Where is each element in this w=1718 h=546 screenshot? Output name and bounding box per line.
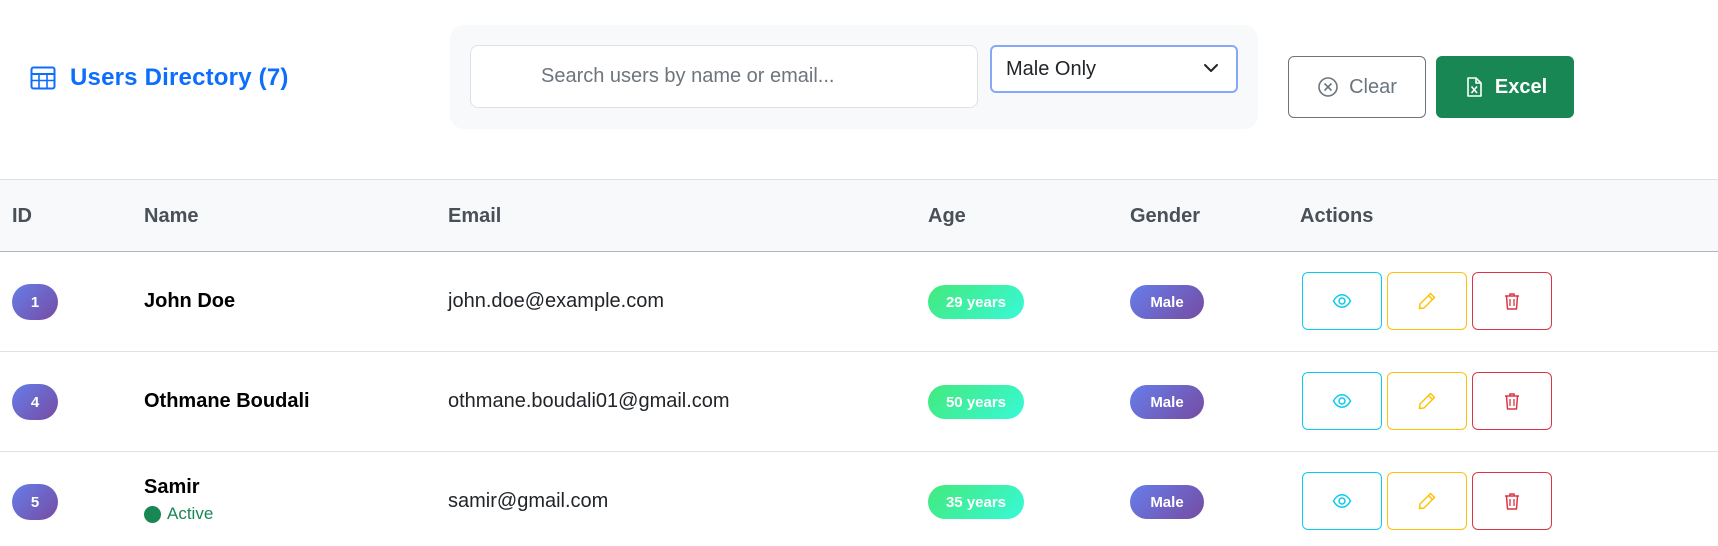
gender-badge: Male <box>1130 485 1204 519</box>
table-icon <box>30 66 56 90</box>
view-button[interactable] <box>1302 472 1382 530</box>
clear-button[interactable]: Clear <box>1288 56 1426 118</box>
chevron-down-icon <box>1204 64 1218 72</box>
column-header-actions: Actions <box>1300 205 1374 227</box>
status-indicator: Active <box>144 504 213 524</box>
delete-button[interactable] <box>1472 272 1552 330</box>
eye-icon <box>1332 494 1352 508</box>
gender-badge: Male <box>1130 285 1204 319</box>
age-badge: 29 years <box>928 285 1024 319</box>
excel-button-label: Excel <box>1494 75 1548 98</box>
eye-icon <box>1332 394 1352 408</box>
pencil-icon <box>1418 392 1436 410</box>
column-header-id[interactable]: ID <box>12 205 32 228</box>
table-row: 5 Samir Active samir@gmail.com 35 years … <box>0 452 1718 546</box>
trash-icon <box>1505 493 1519 510</box>
edit-button[interactable] <box>1387 472 1467 530</box>
view-button[interactable] <box>1302 272 1382 330</box>
id-badge: 4 <box>12 384 58 420</box>
edit-button[interactable] <box>1387 372 1467 430</box>
column-header-age[interactable]: Age <box>928 205 966 228</box>
clear-button-label: Clear <box>1349 75 1397 98</box>
delete-button[interactable] <box>1472 472 1552 530</box>
user-name: Othmane Boudali <box>144 390 310 412</box>
user-name: Samir <box>144 476 200 498</box>
age-badge: 35 years <box>928 485 1024 519</box>
search-input[interactable] <box>470 45 978 108</box>
page-header: Users Directory (7) Male Only Clear Exce… <box>0 0 1718 164</box>
table-header: ID Name Email Age Gender Actions <box>0 179 1718 252</box>
trash-icon <box>1505 393 1519 410</box>
id-badge: 1 <box>12 284 58 320</box>
pencil-icon <box>1418 292 1436 310</box>
table-row: 4 Othmane Boudali othmane.boudali01@gmai… <box>0 352 1718 452</box>
users-table: ID Name Email Age Gender Actions 1 John … <box>0 179 1718 530</box>
gender-filter-value: Male Only <box>1006 57 1097 80</box>
user-email: othmane.boudali01@gmail.com <box>448 390 730 412</box>
column-header-email[interactable]: Email <box>448 205 501 228</box>
gender-filter-select[interactable]: Male Only <box>990 45 1238 93</box>
gender-badge: Male <box>1130 385 1204 419</box>
id-badge: 5 <box>12 484 58 520</box>
column-header-gender[interactable]: Gender <box>1130 205 1200 228</box>
column-header-name[interactable]: Name <box>144 205 198 228</box>
user-email: samir@gmail.com <box>448 490 609 512</box>
status-dot-icon <box>144 505 161 523</box>
excel-export-button[interactable]: Excel <box>1436 56 1574 118</box>
eye-icon <box>1332 294 1352 308</box>
trash-icon <box>1505 293 1519 310</box>
user-name: John Doe <box>144 290 236 312</box>
file-excel-icon <box>1467 77 1482 97</box>
user-email: john.doe@example.com <box>448 290 664 312</box>
page-title: Users Directory (7) <box>70 64 289 91</box>
age-badge: 50 years <box>928 385 1024 419</box>
status-label: Active <box>167 504 214 523</box>
view-button[interactable] <box>1302 372 1382 430</box>
title-area: Users Directory (7) <box>30 64 289 92</box>
table-row: 1 John Doe john.doe@example.com 29 years… <box>0 252 1718 352</box>
delete-button[interactable] <box>1472 372 1552 430</box>
edit-button[interactable] <box>1387 272 1467 330</box>
x-circle-icon <box>1318 77 1338 97</box>
search-panel: Male Only <box>450 25 1258 129</box>
pencil-icon <box>1418 492 1436 510</box>
